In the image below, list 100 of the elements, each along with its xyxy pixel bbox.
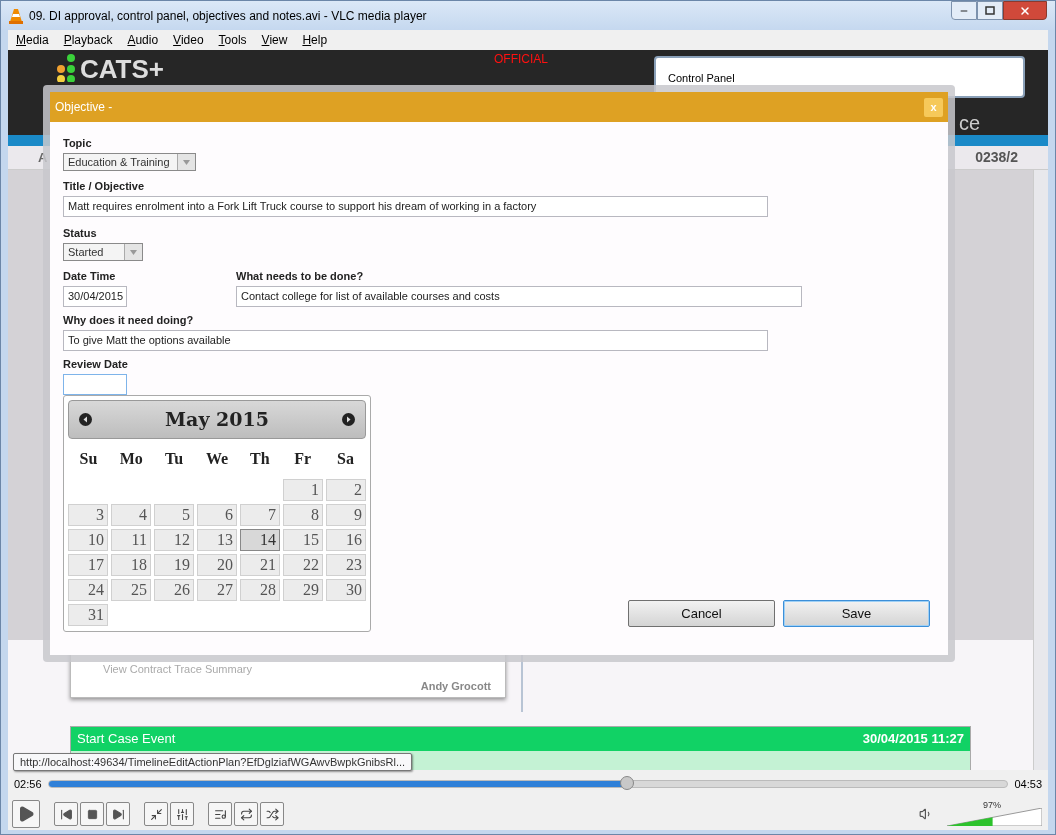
field-label: Topic: [63, 136, 92, 150]
link-tooltip: http://localhost:49634/TimelineEditActionPlan?EfDglziafWGAwvBwpkGnibsRl...: [13, 753, 413, 771]
loop-button[interactable]: [234, 802, 258, 826]
previous-month-icon[interactable]: [79, 413, 92, 426]
calendar-day[interactable]: 23: [326, 554, 366, 576]
logo: CATS+: [80, 56, 165, 82]
seek-handle[interactable]: [619, 776, 634, 790]
elapsed-time: 02:56: [14, 776, 42, 792]
next-button[interactable]: [106, 802, 130, 826]
weekday-label: Fr: [294, 449, 312, 469]
total-time: 04:53: [1014, 776, 1042, 792]
calendar-day[interactable]: 10: [68, 529, 108, 551]
dialog-button[interactable]: Save: [783, 600, 930, 627]
caret-icon: [130, 249, 137, 255]
bar-text: 0238/2: [975, 148, 1018, 167]
previous-button[interactable]: [54, 802, 78, 826]
play-button[interactable]: [12, 800, 40, 828]
loop-icon: [239, 807, 253, 821]
weekday-label: Th: [250, 449, 270, 469]
minimize-button[interactable]: [951, 1, 977, 20]
next-month-icon[interactable]: [342, 413, 355, 426]
dialog-title: Objective -: [55, 99, 113, 116]
calendar-day[interactable]: 8: [283, 504, 323, 526]
menu-item[interactable]: Tools: [218, 31, 247, 49]
event-time: 30/04/2015 11:27: [862, 730, 964, 749]
calendar-day[interactable]: 31: [68, 604, 108, 626]
weekday-label: Mo: [119, 449, 143, 469]
calendar-day[interactable]: 4: [111, 504, 151, 526]
calendar-day[interactable]: 2: [326, 479, 366, 501]
weekday-label: Sa: [337, 449, 354, 469]
shuffle-icon: [265, 807, 279, 821]
calendar-day[interactable]: 28: [240, 579, 280, 601]
calendar-day[interactable]: 6: [197, 504, 237, 526]
close-icon: [1019, 4, 1031, 17]
calendar-month: May 2015: [165, 407, 269, 433]
volume-reading: 97%: [983, 800, 1001, 810]
field-label: Title / Objective: [63, 179, 145, 193]
field-label: Why does it need doing?: [63, 313, 194, 327]
calendar-day[interactable]: 15: [283, 529, 323, 551]
fullscreen-icon: [149, 807, 163, 821]
calendar-day[interactable]: 3: [68, 504, 108, 526]
next-icon: [111, 807, 125, 821]
calendar-day[interactable]: 5: [154, 504, 194, 526]
menu-item[interactable]: Help: [302, 31, 328, 49]
calendar-day[interactable]: 25: [111, 579, 151, 601]
date-field[interactable]: [63, 374, 127, 395]
menu-item[interactable]: Video: [173, 31, 204, 49]
playlist-button[interactable]: [208, 802, 232, 826]
calendar-day[interactable]: 24: [68, 579, 108, 601]
previous-icon: [59, 807, 73, 821]
close-button[interactable]: [1003, 1, 1047, 20]
calendar-day[interactable]: 29: [283, 579, 323, 601]
calendar-day[interactable]: 17: [68, 554, 108, 576]
dropdown[interactable]: Started: [63, 243, 143, 261]
logo-dots-icon: [56, 52, 78, 82]
window-title: 09. DI approval, control panel, objectives and notes.avi - VLC media player: [29, 7, 427, 25]
calendar-day[interactable]: 13: [197, 529, 237, 551]
menu-item[interactable]: View: [261, 31, 288, 49]
maximize-button[interactable]: [977, 1, 1003, 20]
calendar-day[interactable]: 11: [111, 529, 151, 551]
field-label: What needs to be done?: [236, 269, 364, 283]
weekday-label: Su: [79, 449, 98, 469]
calendar-day[interactable]: 12: [154, 529, 194, 551]
calendar-day[interactable]: 22: [283, 554, 323, 576]
traffic-cone-icon: [9, 7, 23, 24]
calendar-day[interactable]: 26: [154, 579, 194, 601]
caret-icon: [183, 159, 190, 165]
stop-icon: [86, 808, 98, 820]
stop-button[interactable]: [80, 802, 104, 826]
equalizer-button[interactable]: [170, 802, 194, 826]
weekday-label: Tu: [165, 449, 184, 469]
text-field[interactable]: Contact college for list of available courses and costs: [236, 286, 802, 307]
calendar-day[interactable]: 18: [111, 554, 151, 576]
text-field[interactable]: 30/04/2015: [63, 286, 127, 307]
calendar-day[interactable]: 9: [326, 504, 366, 526]
calendar-day[interactable]: 20: [197, 554, 237, 576]
restore-icon: [985, 6, 995, 15]
fullscreen-button[interactable]: [144, 802, 168, 826]
banner-text: OFFICIAL: [494, 51, 548, 68]
calendar-day[interactable]: 27: [197, 579, 237, 601]
dropdown[interactable]: Education & Training: [63, 153, 196, 171]
calendar-day[interactable]: 21: [240, 554, 280, 576]
text-field[interactable]: To give Matt the options available: [63, 330, 768, 351]
playlist-icon: [213, 807, 227, 821]
calendar-day[interactable]: 30: [326, 579, 366, 601]
calendar-day[interactable]: 7: [240, 504, 280, 526]
field-label: Status: [63, 226, 97, 240]
field-label: Date Time: [63, 269, 116, 283]
card-author: Andy Grocott: [420, 678, 491, 694]
menu-item[interactable]: Playback: [63, 31, 113, 49]
text-field[interactable]: Matt requires enrolment into a Fork Lift Truck course to support his dream of working in a factory: [63, 196, 768, 217]
calendar-day[interactable]: 1: [283, 479, 323, 501]
calendar-day[interactable]: 19: [154, 554, 194, 576]
shuffle-button[interactable]: [260, 802, 284, 826]
menu-item[interactable]: Audio: [127, 31, 159, 49]
menu-item[interactable]: Media: [16, 31, 49, 49]
calendar-day[interactable]: 14: [240, 529, 280, 551]
calendar-day[interactable]: 16: [326, 529, 366, 551]
sliders-icon: [175, 807, 189, 821]
dialog-button[interactable]: Cancel: [628, 600, 775, 627]
